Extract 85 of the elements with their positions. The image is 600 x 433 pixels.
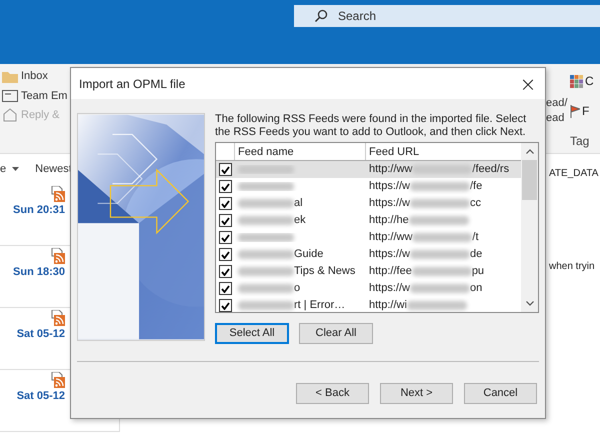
column-header[interactable]: Feed URL bbox=[366, 143, 521, 160]
redacted-text bbox=[238, 182, 294, 191]
dialog-button[interactable]: < Back bbox=[296, 383, 369, 404]
flag-label[interactable]: F bbox=[582, 102, 590, 120]
feed-url: cc bbox=[470, 196, 481, 212]
feed-url: https://w bbox=[369, 247, 410, 262]
feed-url: https://w bbox=[369, 179, 410, 194]
redacted-text bbox=[412, 233, 472, 242]
rss-feed-icon bbox=[51, 186, 65, 202]
feed-url: on bbox=[470, 281, 482, 296]
group-label: Tag bbox=[570, 133, 590, 150]
rss-feed-icon bbox=[51, 310, 65, 326]
redacted-text bbox=[238, 233, 294, 242]
redacted-text bbox=[412, 267, 472, 276]
checkbox[interactable] bbox=[219, 163, 232, 176]
reading-pane-text: ATE_DATA bbox=[549, 167, 598, 181]
feed-name: Guide bbox=[294, 247, 324, 262]
flag-icon[interactable] bbox=[570, 104, 580, 118]
dropdown-icon[interactable] bbox=[12, 167, 20, 171]
redacted-text bbox=[238, 250, 294, 259]
checkbox[interactable] bbox=[219, 180, 232, 193]
dialog-title: Import an OPML file bbox=[79, 76, 186, 92]
redacted-text bbox=[238, 284, 294, 293]
redacted-text bbox=[410, 250, 470, 259]
feed-name: ek bbox=[294, 213, 306, 228]
ribbon-label[interactable]: ead bbox=[546, 111, 564, 126]
feed-name: rt | Error… bbox=[294, 298, 346, 312]
rss-feed-icon bbox=[51, 248, 65, 264]
ribbon-button[interactable]: Team Em bbox=[2, 88, 70, 104]
feed-url: https://w bbox=[369, 196, 410, 212]
redacted-text bbox=[406, 301, 467, 310]
folder-icon bbox=[2, 70, 18, 83]
list-button[interactable]: Clear All bbox=[299, 323, 373, 344]
dialog-button[interactable]: Cancel bbox=[464, 383, 537, 404]
redacted-text bbox=[410, 284, 470, 293]
redacted-text bbox=[238, 267, 294, 276]
checkbox[interactable] bbox=[219, 299, 232, 312]
checkbox[interactable] bbox=[219, 282, 232, 295]
rss-feed-icon bbox=[51, 372, 65, 388]
feed-url: /feed/rs bbox=[472, 162, 510, 178]
instructions-text: The following RSS Feeds were found in the imported file. Select the RSS Feeds you want to add to Outlook, and then click Next. bbox=[215, 113, 528, 139]
checkbox[interactable] bbox=[219, 214, 232, 227]
search-box[interactable]: Search bbox=[294, 5, 600, 27]
feed-url: http://wi bbox=[369, 298, 407, 312]
search-field[interactable]: Search bbox=[338, 7, 538, 25]
feed-url: /fe bbox=[470, 179, 482, 194]
feed-url: de bbox=[470, 247, 482, 262]
checkbox[interactable] bbox=[219, 231, 232, 244]
feed-name: o bbox=[294, 281, 300, 296]
redacted-text bbox=[410, 182, 470, 191]
ribbon-button[interactable]: Inbox bbox=[2, 68, 70, 84]
redacted-text bbox=[238, 301, 294, 310]
feed-url: /t bbox=[472, 230, 479, 246]
redacted-text bbox=[238, 216, 294, 225]
scroll-thumb[interactable] bbox=[522, 160, 537, 200]
ribbon-label[interactable]: ead/ bbox=[546, 96, 568, 111]
close-button[interactable]: × bbox=[517, 74, 539, 94]
feed-url: http://ww bbox=[369, 230, 412, 246]
redacted-text bbox=[238, 165, 294, 174]
categorize-label[interactable]: C bbox=[585, 72, 594, 90]
mail-icon bbox=[2, 90, 18, 102]
feed-url: http://ww bbox=[369, 162, 412, 178]
list-button[interactable]: Select All bbox=[215, 323, 289, 344]
feed-url: https://w bbox=[369, 281, 410, 296]
redacted-text bbox=[238, 199, 294, 208]
categories-icon[interactable] bbox=[570, 74, 583, 88]
feed-url: pu bbox=[472, 264, 484, 280]
feed-url: http://he bbox=[369, 213, 409, 228]
feed-name: al bbox=[294, 196, 303, 212]
redacted-text bbox=[410, 199, 470, 208]
scroll-up-icon[interactable] bbox=[526, 149, 534, 154]
search-icon bbox=[314, 9, 328, 23]
feed-row[interactable]: http://ww /feed/rs bbox=[216, 161, 521, 178]
checkbox[interactable] bbox=[219, 197, 232, 210]
column-header[interactable]: Feed name bbox=[235, 143, 366, 160]
feed-url: http://fee bbox=[369, 264, 412, 280]
checkbox[interactable] bbox=[219, 248, 232, 261]
checkbox[interactable] bbox=[219, 265, 232, 278]
scroll-down-icon[interactable] bbox=[526, 301, 534, 306]
redacted-text bbox=[408, 216, 469, 225]
scrollbar[interactable] bbox=[521, 143, 538, 312]
feed-name: Tips & News bbox=[294, 264, 356, 280]
sort-label[interactable]: e bbox=[0, 160, 6, 178]
reading-pane-text: when tryin bbox=[549, 260, 596, 274]
dialog-button[interactable]: Next > bbox=[380, 383, 453, 404]
